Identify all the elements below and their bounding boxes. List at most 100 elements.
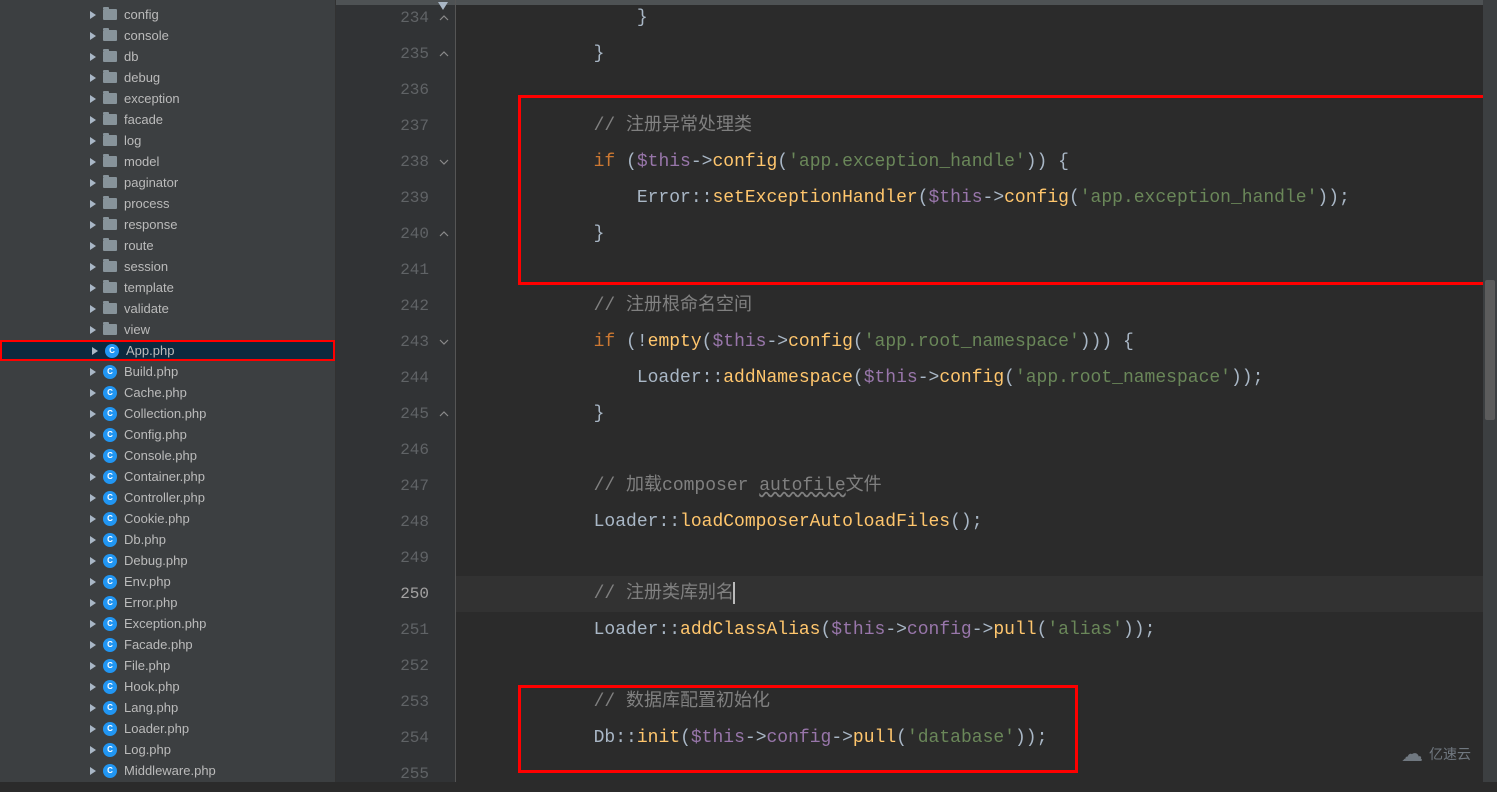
line-number[interactable]: 246 [336,432,455,468]
line-number[interactable]: 244 [336,360,455,396]
code-line-248[interactable]: Loader::loadComposerAutoloadFiles(); [456,504,1483,540]
line-number[interactable]: 249 [336,540,455,576]
code-line-254[interactable]: Db::init($this->config->pull('database')… [456,720,1483,756]
tree-file-Log-php[interactable]: CLog.php [0,739,335,760]
tree-file-Loader-php[interactable]: CLoader.php [0,718,335,739]
tree-file-Config-php[interactable]: CConfig.php [0,424,335,445]
line-number[interactable]: 241 [336,252,455,288]
line-number[interactable]: 245 [336,396,455,432]
fold-up-icon[interactable] [437,11,451,25]
fold-down-icon[interactable] [437,155,451,169]
line-number[interactable]: 252 [336,648,455,684]
editor-scrollbar[interactable] [1483,0,1497,782]
tree-folder-process[interactable]: process [0,193,335,214]
tree-folder-validate[interactable]: validate [0,298,335,319]
line-number[interactable]: 247 [336,468,455,504]
tree-folder-session[interactable]: session [0,256,335,277]
code-line-236[interactable] [456,72,1483,108]
line-number[interactable]: 234 [336,0,455,36]
tree-folder-route[interactable]: route [0,235,335,256]
line-number[interactable]: 254 [336,720,455,756]
tree-item-label: Db.php [124,532,166,547]
code-line-246[interactable] [456,432,1483,468]
tree-file-Container-php[interactable]: CContainer.php [0,466,335,487]
code-editor[interactable]: } } // 注册异常处理类 if ($this->config('app.ex… [456,0,1483,782]
fold-down-icon[interactable] [437,335,451,349]
line-number[interactable]: 248 [336,504,455,540]
tree-file-Debug-php[interactable]: CDebug.php [0,550,335,571]
line-number[interactable]: 237 [336,108,455,144]
chevron-right-icon [88,136,98,146]
code-line-241[interactable] [456,252,1483,288]
project-tree[interactable]: configconsoledbdebug exception facade log mo… [0,0,336,782]
code-line-250[interactable]: // 注册类库别名 [456,576,1483,612]
code-line-243[interactable]: if (!empty($this->config('app.root_names… [456,324,1483,360]
scrollbar-thumb[interactable] [1485,280,1495,420]
folder-icon [102,301,118,317]
code-line-235[interactable]: } [456,36,1483,72]
tree-item-label: facade [124,112,163,127]
tree-file-Build-php[interactable]: CBuild.php [0,361,335,382]
tree-item-label: log [124,133,141,148]
tree-file-Exception-php[interactable]: CException.php [0,613,335,634]
tree-file-Error-php[interactable]: CError.php [0,592,335,613]
line-number[interactable]: 236 [336,72,455,108]
tree-file-Collection-php[interactable]: CCollection.php [0,403,335,424]
tree-file-Cookie-php[interactable]: CCookie.php [0,508,335,529]
tree-file-Console-php[interactable]: CConsole.php [0,445,335,466]
fold-up-icon[interactable] [437,227,451,241]
line-number[interactable]: 255 [336,756,455,792]
tree-file-Controller-php[interactable]: CController.php [0,487,335,508]
fold-up-icon[interactable] [437,47,451,61]
tree-folder-log[interactable]: log [0,130,335,151]
code-line-255[interactable] [456,756,1483,782]
tree-folder-facade[interactable]: facade [0,109,335,130]
tree-folder-template[interactable]: template [0,277,335,298]
fold-up-icon[interactable] [437,407,451,421]
code-line-247[interactable]: // 加载composer autofile文件 [456,468,1483,504]
code-line-251[interactable]: Loader::addClassAlias($this->config->pul… [456,612,1483,648]
tree-file-File-php[interactable]: CFile.php [0,655,335,676]
tree-folder-exception[interactable]: exception [0,88,335,109]
code-line-253[interactable]: // 数据库配置初始化 [456,684,1483,720]
code-line-238[interactable]: if ($this->config('app.exception_handle'… [456,144,1483,180]
tree-folder-config[interactable]: config [0,4,335,25]
code-line-249[interactable] [456,540,1483,576]
tree-folder-debug[interactable]: debug [0,67,335,88]
line-number[interactable]: 240 [336,216,455,252]
tree-file-Cache-php[interactable]: CCache.php [0,382,335,403]
tree-file-Db-php[interactable]: CDb.php [0,529,335,550]
line-number[interactable]: 242 [336,288,455,324]
tree-item-label: Env.php [124,574,171,589]
tree-folder-paginator[interactable]: paginator [0,172,335,193]
line-number[interactable]: 253 [336,684,455,720]
tree-file-Lang-php[interactable]: CLang.php [0,697,335,718]
tree-item-label: exception [124,91,180,106]
code-line-240[interactable]: } [456,216,1483,252]
line-number[interactable]: 238 [336,144,455,180]
line-number[interactable]: 239 [336,180,455,216]
tree-folder-console[interactable]: console [0,25,335,46]
tree-file-Facade-php[interactable]: CFacade.php [0,634,335,655]
code-line-252[interactable] [456,648,1483,684]
php-file-icon: C [102,658,118,674]
tree-folder-view[interactable]: view [0,319,335,340]
code-line-237[interactable]: // 注册异常处理类 [456,108,1483,144]
tree-file-App-php[interactable]: CApp.php [0,340,335,361]
code-line-242[interactable]: // 注册根命名空间 [456,288,1483,324]
tree-folder-model[interactable]: model [0,151,335,172]
code-line-234[interactable]: } [456,0,1483,36]
tree-folder-response[interactable]: response [0,214,335,235]
tree-folder-db[interactable]: db [0,46,335,67]
code-line-244[interactable]: Loader::addNamespace($this->config('app.… [456,360,1483,396]
line-number[interactable]: 243 [336,324,455,360]
line-number[interactable]: 250 [336,576,455,612]
tree-file-Env-php[interactable]: CEnv.php [0,571,335,592]
code-line-239[interactable]: Error::setExceptionHandler($this->config… [456,180,1483,216]
line-number[interactable]: 251 [336,612,455,648]
php-file-icon: C [102,406,118,422]
tree-file-Hook-php[interactable]: CHook.php [0,676,335,697]
line-number[interactable]: 235 [336,36,455,72]
code-line-245[interactable]: } [456,396,1483,432]
tree-file-Middleware-php[interactable]: CMiddleware.php [0,760,335,781]
